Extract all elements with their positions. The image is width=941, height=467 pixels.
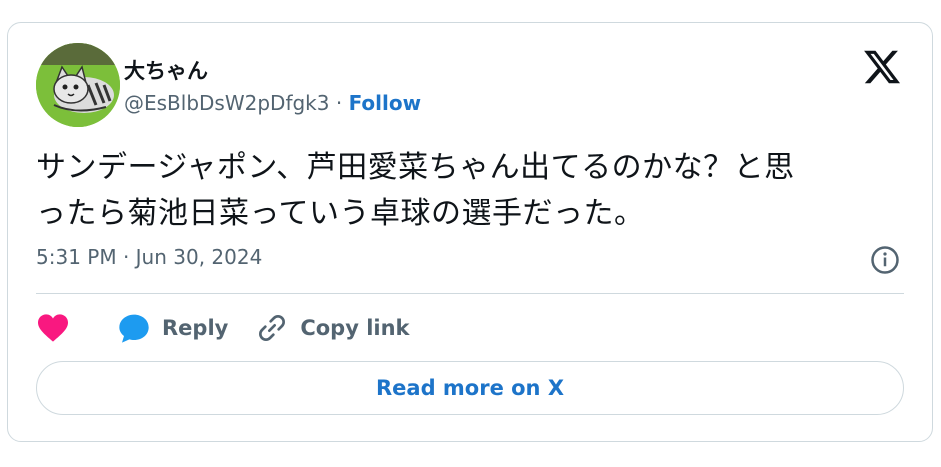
read-more-button[interactable]: Read more on X bbox=[36, 361, 904, 415]
tweet-text: サンデージャポン、芦田愛菜ちゃん出てるのかな？と思 ったら菊池日菜っていう卓球の… bbox=[36, 145, 896, 237]
avatar-cat-image bbox=[36, 43, 120, 127]
embedded-tweet-card: 大ちゃん @EsBlbDsW2pDfgk3 · Follow サンデージャポン、… bbox=[7, 22, 933, 442]
follow-button[interactable]: Follow bbox=[349, 91, 422, 115]
action-bar: Reply Copy link bbox=[36, 311, 438, 345]
handle-row: @EsBlbDsW2pDfgk3 · Follow bbox=[124, 91, 421, 115]
tweet-text-line-1: サンデージャポン、芦田愛菜ちゃん出てるのかな？と思 bbox=[36, 150, 795, 185]
tweet-text-line-2: ったら菊池日菜っていう卓球の選手だった。 bbox=[36, 196, 645, 231]
divider bbox=[36, 293, 904, 294]
reply-label: Reply bbox=[162, 316, 229, 340]
info-icon[interactable] bbox=[870, 245, 900, 275]
display-name[interactable]: 大ちゃん bbox=[124, 55, 208, 85]
heart-icon[interactable] bbox=[36, 313, 70, 343]
x-logo-icon[interactable] bbox=[862, 47, 902, 87]
timestamp[interactable]: 5:31 PM · Jun 30, 2024 bbox=[36, 245, 262, 269]
reply-button[interactable]: Reply bbox=[118, 313, 228, 343]
link-icon bbox=[259, 315, 286, 341]
separator-dot: · bbox=[335, 91, 343, 115]
avatar[interactable] bbox=[36, 43, 120, 127]
user-handle[interactable]: @EsBlbDsW2pDfgk3 bbox=[124, 91, 330, 115]
reply-bubble-icon bbox=[119, 314, 149, 343]
copy-link-label: Copy link bbox=[300, 316, 410, 340]
copy-link-button[interactable]: Copy link bbox=[256, 312, 410, 344]
